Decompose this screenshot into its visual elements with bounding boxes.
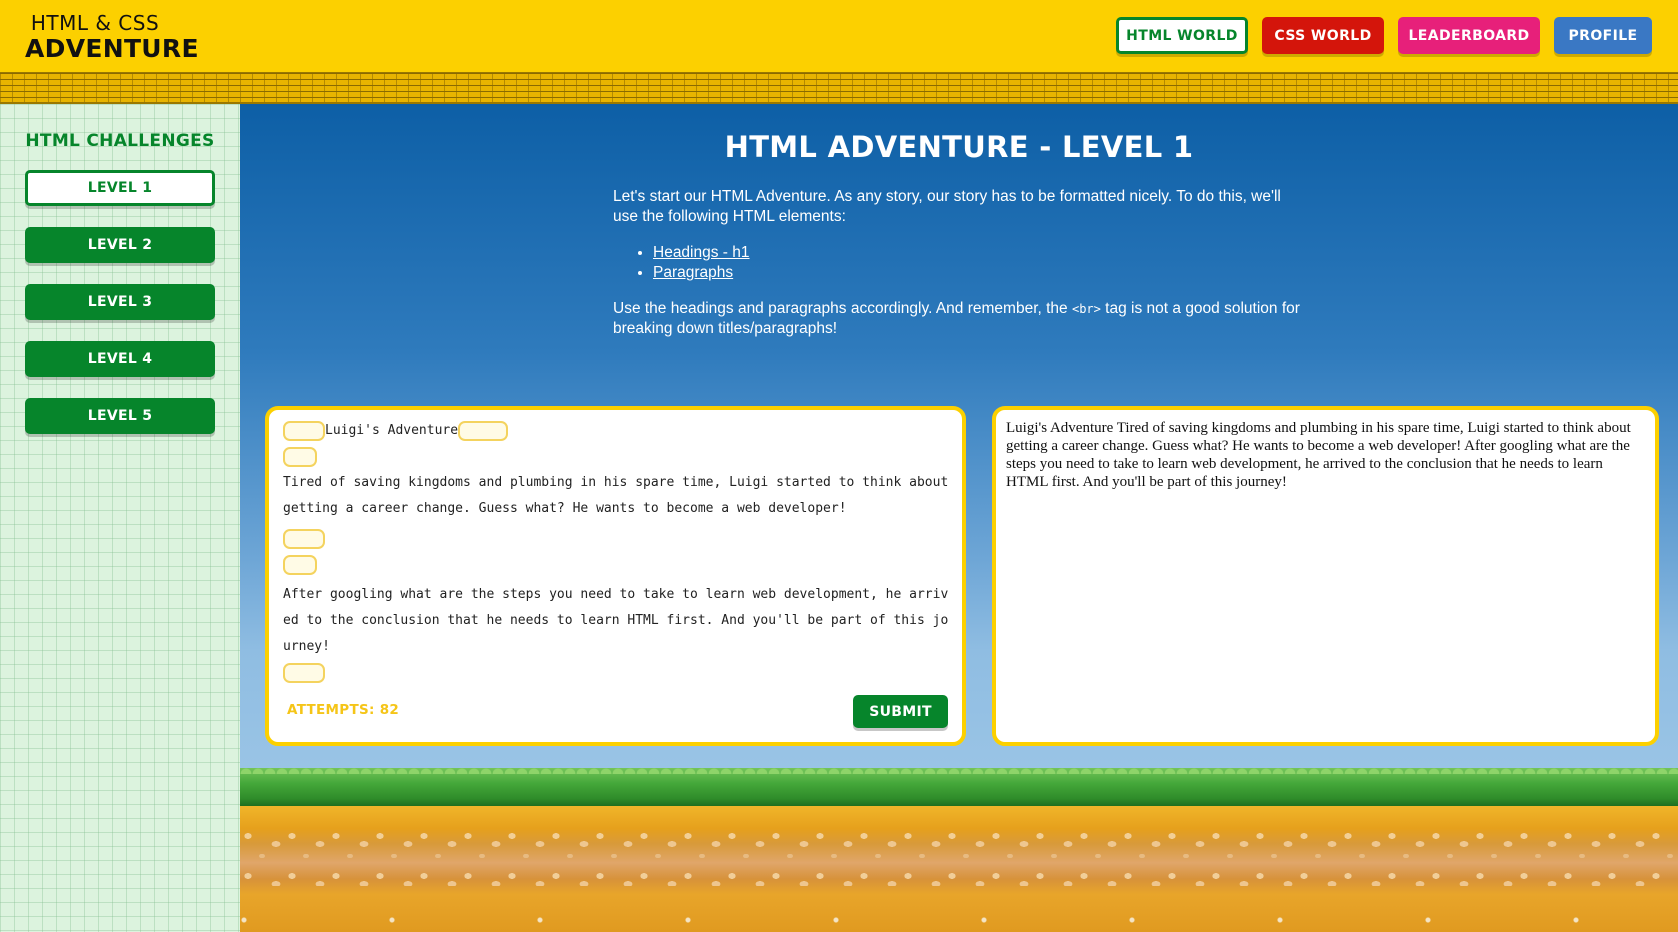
preview-panel: Luigi's Adventure Tired of saving kingdo… [992, 406, 1659, 746]
intro-paragraph-2: Use the headings and paragraphs accordin… [613, 299, 1303, 339]
br-code: <br> [1071, 302, 1101, 316]
page-title: HTML ADVENTURE - LEVEL 1 [724, 130, 1194, 164]
level-2-button[interactable]: LEVEL 2 [25, 227, 215, 263]
sidebar: HTML CHALLENGES LEVEL 1 LEVEL 2 LEVEL 3 … [0, 104, 240, 932]
code-editor: Luigi's Adventure Tired of saving kingdo… [265, 406, 966, 746]
grass-tufts [240, 764, 1678, 774]
brick-strip [0, 72, 1678, 104]
tag-slot[interactable] [458, 421, 509, 441]
code-paragraph: Tired of saving kingdoms and plumbing in… [283, 475, 949, 516]
paragraphs-link[interactable]: Paragraphs [653, 264, 733, 281]
tag-slot[interactable] [283, 421, 325, 441]
code-line [283, 444, 953, 470]
tag-slot[interactable] [283, 555, 317, 575]
code-area: Luigi's Adventure Tired of saving kingdo… [283, 418, 953, 686]
top-header: HTML & CSS ADVENTURE HTML WORLD CSS WORL… [0, 0, 1678, 72]
sidebar-title: HTML CHALLENGES [25, 131, 215, 151]
level-list: LEVEL 1 LEVEL 2 LEVEL 3 LEVEL 4 LEVEL 5 [25, 170, 215, 455]
profile-button[interactable]: PROFILE [1554, 17, 1652, 54]
main-nav: HTML WORLD CSS WORLD LEADERBOARD PROFILE [1116, 17, 1652, 54]
code-text: Luigi's Adventure [325, 423, 459, 438]
site-logo[interactable]: HTML & CSS ADVENTURE [25, 11, 199, 63]
attempts-counter: ATTEMPTS: 82 [287, 702, 400, 718]
code-line [283, 660, 953, 686]
preview-text: Luigi's Adventure Tired of saving kingdo… [1006, 420, 1631, 490]
logo-bottom-text: ADVENTURE [25, 34, 199, 63]
list-item: Headings - h1 [653, 243, 1303, 263]
tag-slot[interactable] [283, 529, 325, 549]
tag-slot[interactable] [283, 447, 317, 467]
submit-button[interactable]: SUBMIT [853, 695, 948, 728]
main-content: HTML ADVENTURE - LEVEL 1 Let's start our… [240, 104, 1678, 932]
code-line [283, 552, 953, 578]
dots-decoration [240, 916, 1678, 924]
leaderboard-button[interactable]: LEADERBOARD [1398, 17, 1540, 54]
headings-link[interactable]: Headings - h1 [653, 244, 750, 261]
logo-top-text: HTML & CSS [30, 11, 160, 35]
intro-paragraph-1: Let's start our HTML Adventure. As any s… [613, 188, 1281, 225]
pebbles-decoration [240, 826, 1678, 886]
css-world-button[interactable]: CSS WORLD [1262, 17, 1384, 54]
code-paragraph: After googling what are the steps you ne… [283, 587, 949, 654]
html-world-button[interactable]: HTML WORLD [1116, 17, 1248, 54]
code-line: Luigi's Adventure [283, 418, 953, 444]
level-1-button[interactable]: LEVEL 1 [25, 170, 215, 206]
intro-text: Let's start our HTML Adventure. As any s… [613, 187, 1303, 339]
tag-slot[interactable] [283, 663, 325, 683]
intro-p2-before: Use the headings and paragraphs accordin… [613, 300, 1072, 317]
level-3-button[interactable]: LEVEL 3 [25, 284, 215, 320]
level-5-button[interactable]: LEVEL 5 [25, 398, 215, 434]
elements-list: Headings - h1 Paragraphs [653, 243, 1303, 283]
code-line [283, 526, 953, 552]
level-4-button[interactable]: LEVEL 4 [25, 341, 215, 377]
list-item: Paragraphs [653, 263, 1303, 283]
